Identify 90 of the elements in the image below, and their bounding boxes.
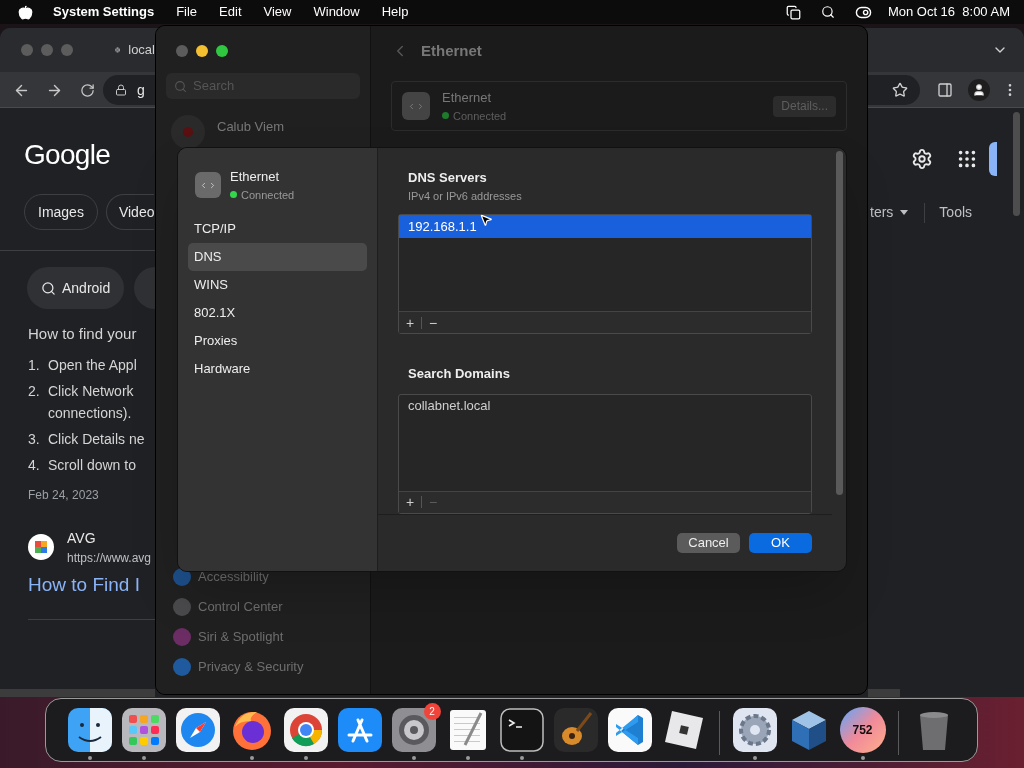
step-number: 3. [28,429,41,449]
result-link[interactable]: How to Find I [28,570,155,599]
sidebar-tab[interactable]: Hardware [188,355,367,383]
ribbon-icon [606,706,653,753]
sidebar-tab[interactable]: Proxies [188,327,367,355]
favicon-icon [28,534,54,560]
search-icon [174,79,187,93]
network-icon [402,92,430,120]
service-name: Ethernet [442,89,493,107]
step-number: 4. [28,455,41,475]
dock-item[interactable] [552,706,599,753]
search-icon[interactable] [820,5,835,19]
dock-item[interactable] [606,706,653,753]
minimize-button[interactable] [196,45,208,57]
settings-icon[interactable] [911,148,933,170]
a-glyph-icon [336,706,383,753]
zoom-button[interactable] [216,45,228,57]
reload-button[interactable] [80,82,95,98]
menu-item[interactable]: Window [313,2,360,22]
tab-title[interactable]: local [128,40,155,60]
list-row[interactable]: 192.168.1.1 [399,215,811,238]
window-title: Ethernet [421,40,482,61]
service-name: Ethernet [230,168,281,186]
step-number: 1. [28,355,41,375]
add-button[interactable]: + [402,315,418,330]
sidebar-tab[interactable]: WINS [188,271,367,299]
section-subtitle: IPv4 or IPv6 addresses [408,188,523,204]
dropdown-caret-icon [900,210,909,215]
dock-item[interactable] [498,706,545,753]
sign-in-button[interactable] [989,142,997,176]
search-icon [41,280,56,296]
sidebar-tab[interactable]: TCP/IP [188,215,367,243]
step-text: connections). [48,403,133,423]
service-status: Connected [241,187,295,203]
list-row[interactable]: collabnet.local [399,394,811,418]
horizontal-scrollbar [868,689,900,697]
dock-item[interactable] [120,706,167,753]
dock-item[interactable]: 752 [839,706,886,753]
snippet-title: How to find your [28,324,138,344]
color-ring-icon [282,706,329,753]
result-date: Feb 24, 2023 [28,486,100,504]
sidebar-tab[interactable]: 802.1X [188,299,367,327]
menu-item[interactable]: File [176,2,198,22]
service-status: Connected [453,108,507,124]
guitar-icon [552,706,599,753]
menu-item[interactable]: Help [381,2,409,22]
bookmark-star-icon[interactable] [892,82,908,98]
ok-button[interactable]: OK [749,532,812,553]
account-name[interactable]: Calub Viem [217,117,284,137]
step-number: 2. [28,381,41,401]
side-panel-icon[interactable] [937,82,953,98]
lock-icon [115,84,127,96]
dock-item[interactable] [174,706,221,753]
step-text: Scroll down to [48,455,136,475]
app-grid-icon [120,706,167,753]
result-source: AVG [67,528,97,548]
address-bar[interactable]: g [103,75,155,105]
step-text: Open the Appl [48,355,137,375]
apple-icon[interactable] [18,4,33,20]
remove-button[interactable]: − [425,315,441,330]
notification-badge: 2 [423,702,441,720]
step-text: Click Details ne [48,429,145,449]
pointer-icon [479,213,493,227]
smiling-face-icon [66,706,113,753]
menu-app-name[interactable]: System Settings [53,2,155,22]
add-button[interactable]: + [402,495,418,509]
filter-tab[interactable]: Tools [939,202,973,223]
section-title: Search Domains [408,365,511,383]
apps-grid-icon[interactable] [956,148,978,170]
close-button[interactable] [176,45,188,57]
terminal-icon [498,706,545,753]
cancel-button[interactable]: Cancel [677,532,740,553]
dock-item[interactable] [66,706,113,753]
address-text: g [137,80,145,100]
google-logo: Google [24,139,111,170]
menu-item[interactable]: Edit [219,2,242,22]
step-text: Click Network [48,381,134,401]
result-url: https://www.avg [67,549,152,567]
section-title: DNS Servers [408,169,488,187]
compass-icon [174,706,221,753]
menu-item[interactable]: View [263,2,292,22]
dock-item[interactable] [336,706,383,753]
filter-tab[interactable]: ters [870,202,894,223]
menu-clock: Mon Oct 16 8:00 AM [887,3,1010,22]
person-icon [972,83,986,97]
sidebar-tab[interactable]: DNS [188,243,367,271]
query-chip[interactable]: Android [27,267,125,309]
screen-mirroring-icon[interactable] [785,4,801,20]
dock-item[interactable] [282,706,329,753]
network-icon [195,172,221,198]
